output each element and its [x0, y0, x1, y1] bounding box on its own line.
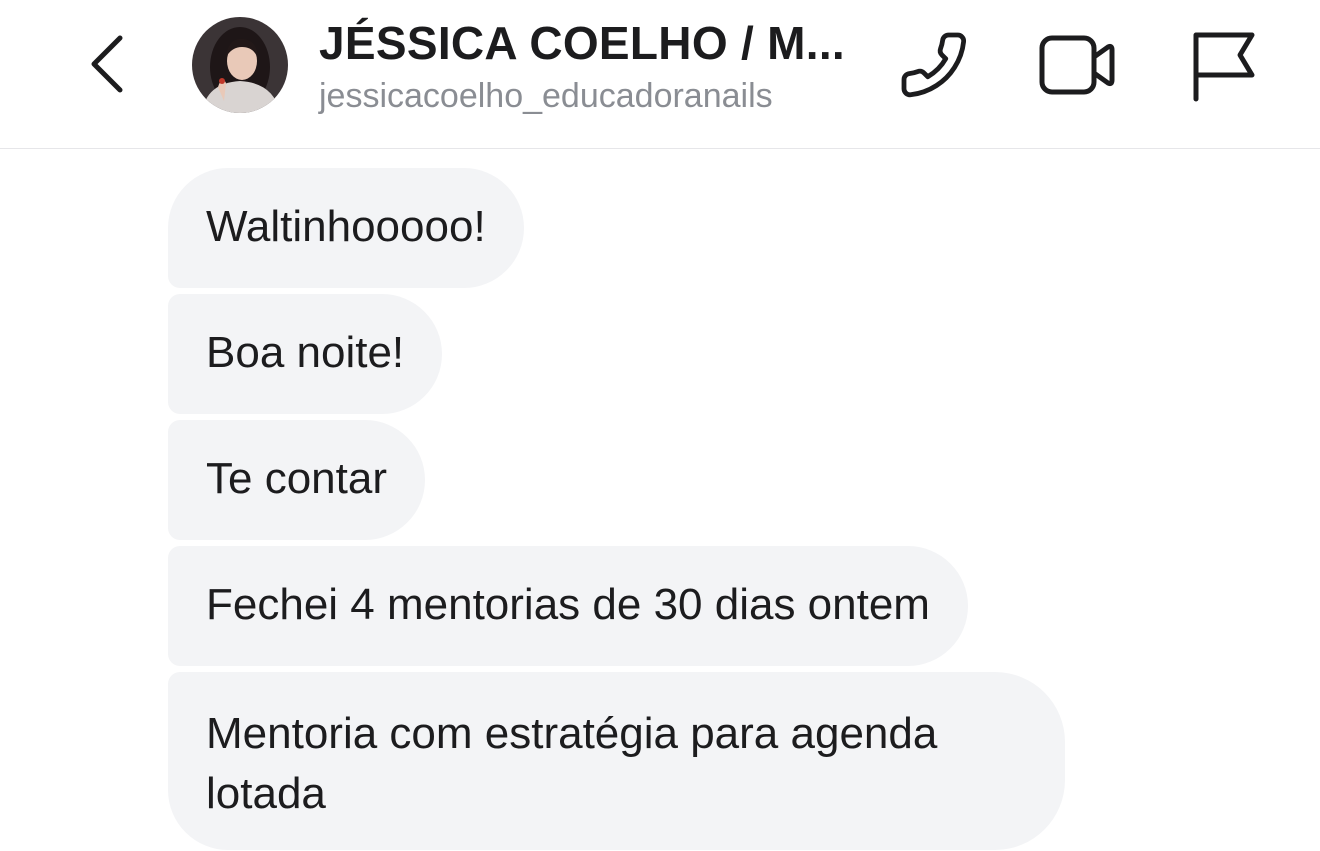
call-button[interactable] [892, 23, 976, 107]
contact-username: jessicacoelho_educadoranails [319, 77, 773, 115]
message-bubble[interactable]: Mentoria com estratégia para agenda lota… [168, 672, 1065, 850]
flag-icon [1193, 32, 1255, 102]
message-bubble[interactable]: Te contar [168, 420, 425, 540]
chevron-left-icon [91, 35, 123, 93]
profile-photo [192, 17, 288, 113]
chat-header: JÉSSICA COELHO / M... jessicacoelho_educ… [0, 0, 1320, 149]
avatar[interactable] [192, 17, 288, 113]
message-text: Fechei 4 mentorias de 30 dias ontem [206, 580, 930, 629]
message-bubble[interactable]: Fechei 4 mentorias de 30 dias ontem [168, 546, 968, 666]
message-bubble[interactable]: Boa noite! [168, 294, 443, 414]
message-bubble[interactable]: Waltinhooooo! [168, 168, 524, 288]
back-button[interactable] [72, 28, 144, 100]
report-button[interactable] [1180, 23, 1264, 107]
message-text: Waltinhooooo! [206, 202, 486, 251]
message-text: Te contar [206, 454, 387, 503]
video-camera-icon [1039, 35, 1115, 95]
phone-icon [901, 32, 967, 98]
message-text: Boa noite! [206, 328, 405, 377]
contact-name[interactable]: JÉSSICA COELHO / M... [319, 16, 845, 70]
video-call-button[interactable] [1034, 23, 1118, 107]
message-text: Mentoria com estratégia para agenda lota… [206, 709, 938, 818]
